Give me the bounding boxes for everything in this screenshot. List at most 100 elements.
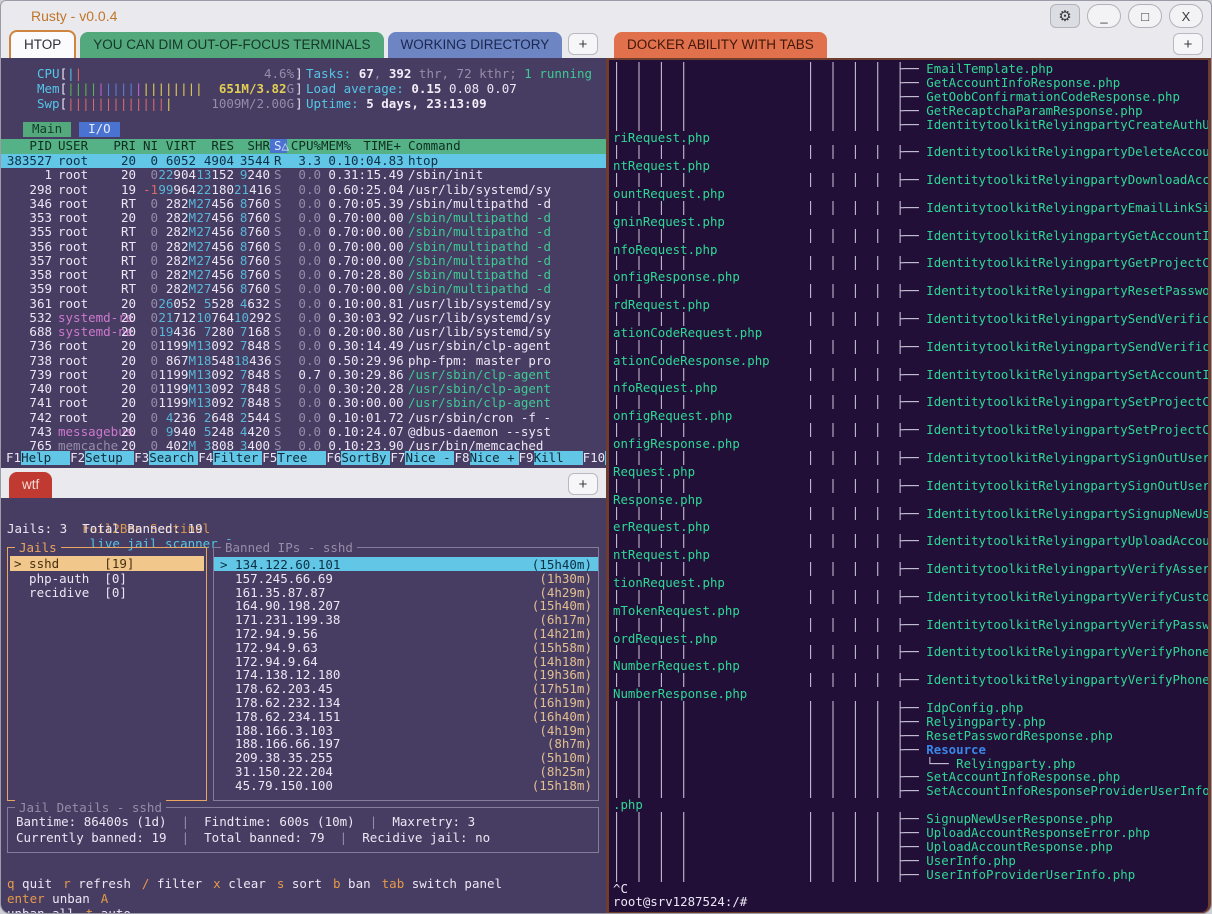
file-name-wrapped: gninRequest.php — [613, 215, 725, 229]
text: 20 — [121, 153, 136, 168]
text: | — [355, 814, 393, 829]
process-row[interactable]: 738root200867M1854818436S0.00.50:29.96ph… — [1, 354, 606, 368]
minimize-button[interactable]: _ — [1087, 4, 1121, 28]
column-header-command[interactable]: Command — [401, 139, 606, 153]
column-header-cpu[interactable]: CPU% — [287, 139, 321, 153]
cell: 13092 — [196, 396, 234, 410]
tree-row: erRequest.php — [613, 520, 1208, 534]
cell: S — [270, 183, 287, 197]
fkey-f10[interactable]: F10Quit — [583, 451, 606, 466]
htop-tab-io[interactable]: I/O — [79, 122, 120, 137]
process-row[interactable]: 346rootRT0282M274568760S0.00.70:05.39/sb… — [1, 197, 606, 211]
banned-ip-row[interactable]: 178.62.203.45(17h51m) — [214, 681, 598, 695]
process-row[interactable]: 356rootRT0282M274568760S0.00.70:00.00/sb… — [1, 240, 606, 254]
cell: 867M — [158, 354, 196, 368]
process-row[interactable]: 358rootRT0282M274568760S0.00.70:28.80/sb… — [1, 268, 606, 282]
banned-ip: 178.62.232.134 — [220, 695, 340, 709]
process-row[interactable]: 298root19-1999642218021416S0.00.60:25.04… — [1, 183, 606, 197]
tab-docker-ability-with-tabs[interactable]: DOCKER ABILITY WITH TABS — [614, 32, 827, 58]
process-row[interactable]: 743messagebus200994052484420S0.00.10:24.… — [1, 425, 606, 439]
process-row[interactable]: 741root2001199M130927848S0.00.30:00.00/u… — [1, 396, 606, 410]
banned-ip-row[interactable]: 172.94.9.56(14h21m) — [214, 626, 598, 640]
column-header-shr[interactable]: SHR — [234, 139, 270, 153]
banned-ip-row[interactable]: 188.166.66.197(8h7m) — [214, 736, 598, 750]
fkey-f9[interactable]: F9Kill — [519, 451, 583, 466]
banned-ip-row[interactable]: 178.62.232.134(16h19m) — [214, 695, 598, 709]
file-name-wrapped: mTokenRequest.php — [613, 604, 740, 618]
tab-you-can-dim-out-of-focus-terminals[interactable]: YOU CAN DIM OUT-OF-FOCUS TERMINALS — [80, 32, 383, 58]
fkey-f1[interactable]: F1Help — [6, 451, 70, 466]
column-header-ni[interactable]: NI — [136, 139, 158, 153]
jail-item-recidive[interactable]: recidive [0] — [10, 585, 204, 600]
cell: 0 — [136, 168, 158, 182]
maximize-button[interactable]: □ — [1128, 4, 1162, 28]
close-button[interactable]: X — [1169, 4, 1203, 28]
column-header-virt[interactable]: VIRT — [158, 139, 196, 153]
column-header-user[interactable]: USER — [52, 139, 112, 153]
process-row[interactable]: 742root200423626482544S0.00.10:01.72/usr… — [1, 411, 606, 425]
swp-meter: Swp[||||||||||||||1009M/2.00G] — [37, 97, 303, 112]
cell: 0 — [136, 396, 158, 410]
process-row[interactable]: 740root2001199M130927848S0.00.30:20.28/u… — [1, 382, 606, 396]
banned-ip-row[interactable]: 188.166.3.103(4h19m) — [214, 723, 598, 737]
settings-button[interactable]: ⚙ — [1050, 4, 1080, 28]
jail-item-php-auth[interactable]: php-auth [0] — [10, 571, 204, 586]
column-header-res[interactable]: RES — [196, 139, 234, 153]
process-row[interactable]: 359rootRT0282M274568760S0.00.70:00.00/sb… — [1, 282, 606, 296]
process-row[interactable]: 361root2002605255284632S0.00.10:00.81/us… — [1, 297, 606, 311]
fkey-f6[interactable]: F6SortBy — [326, 451, 390, 466]
tab-new-tab-button[interactable]: + — [568, 33, 598, 55]
process-row[interactable]: 355rootRT0282M274568760S0.00.70:00.00/sb… — [1, 225, 606, 239]
banned-ip-row[interactable]: 178.62.234.151(16h40m) — [214, 709, 598, 723]
process-row[interactable]: 353root200282M274568760S0.00.70:00.00/sb… — [1, 211, 606, 225]
banned-ip-row[interactable]: 172.94.9.63(15h58m) — [214, 640, 598, 654]
text: 356 — [29, 239, 52, 254]
cell: 8760 — [234, 211, 270, 225]
text: 0 — [150, 239, 158, 254]
cell: 355 — [6, 225, 52, 239]
banned-ip-row[interactable]: 164.90.198.207(15h40m) — [214, 598, 598, 612]
fkey-f7[interactable]: F7Nice - — [390, 451, 454, 466]
tab-wtf[interactable]: wtf — [9, 472, 52, 498]
text: 0.0 — [298, 182, 321, 197]
tab-new-tab-button[interactable]: + — [568, 473, 598, 495]
column-header-pri[interactable]: PRI — [112, 139, 136, 153]
banned-ip-row[interactable]: 45.79.150.100(15h18m) — [214, 778, 598, 792]
cell: 27456 — [196, 211, 234, 225]
banned-ip-row[interactable]: 174.138.12.180(19h36m) — [214, 667, 598, 681]
fkey-f4[interactable]: F4Filter — [198, 451, 262, 466]
process-row[interactable]: 532systemd-re200217121076410292S0.00.30:… — [1, 311, 606, 325]
process-row[interactable]: 357rootRT0282M274568760S0.00.70:00.00/sb… — [1, 254, 606, 268]
fkey-f2[interactable]: F2Setup — [70, 451, 134, 466]
column-header-pid[interactable]: PID — [6, 139, 52, 153]
tab-working-directory[interactable]: WORKING DIRECTORY — [388, 32, 563, 58]
tree-row: ntRequest.php — [613, 159, 1208, 173]
banned-ip-row[interactable]: > 134.122.60.101(15h40m) — [214, 557, 598, 571]
column-header-s[interactable]: S△ — [270, 139, 287, 153]
banned-ip-row[interactable]: 171.231.199.38(6h17m) — [214, 612, 598, 626]
process-row[interactable]: 739root2001199M130927848S0.70.30:29.86/u… — [1, 368, 606, 382]
fkey-f3[interactable]: F3Search — [134, 451, 198, 466]
column-header-time[interactable]: TIME+ — [351, 139, 401, 153]
process-row[interactable]: 383527root200605249043544R3.30.10:04.83h… — [1, 154, 606, 168]
fkey-f5[interactable]: F5Tree — [262, 451, 326, 466]
process-row[interactable]: 736root2001199M130927848S0.00.30:14.49/u… — [1, 339, 606, 353]
cell: S — [270, 411, 287, 425]
jail-item-sshd[interactable]: > sshd [19] — [10, 556, 204, 571]
cell: 741 — [6, 396, 52, 410]
fkey-f8[interactable]: F8Nice + — [454, 451, 518, 466]
htop-tab-main[interactable]: Main — [23, 122, 71, 137]
banned-ip-row[interactable]: 157.245.66.69(1h30m) — [214, 571, 598, 585]
tab-new-tab-button[interactable]: + — [1173, 33, 1203, 55]
text: 355 — [29, 224, 52, 239]
tree-row: │ │ │ │ │ │ │ │ ├── IdentitytoolkitRelyi… — [613, 312, 1208, 326]
key-action: unban — [45, 891, 90, 906]
banned-ip-row[interactable]: 161.35.87.87(4h29m) — [214, 585, 598, 599]
process-row[interactable]: 688systemd-ne2001943672807168S0.00.20:00… — [1, 325, 606, 339]
tab-htop[interactable]: HTOP — [9, 30, 76, 58]
banned-ip-row[interactable]: 31.150.22.204(8h25m) — [214, 764, 598, 778]
column-header-mem[interactable]: MEM% — [321, 139, 351, 153]
process-row[interactable]: 1root20022904131529240S0.00.31:15.49/sbi… — [1, 168, 606, 182]
banned-ip-row[interactable]: 172.94.9.64(14h18m) — [214, 654, 598, 668]
banned-ip-row[interactable]: 209.38.35.255(5h10m) — [214, 750, 598, 764]
